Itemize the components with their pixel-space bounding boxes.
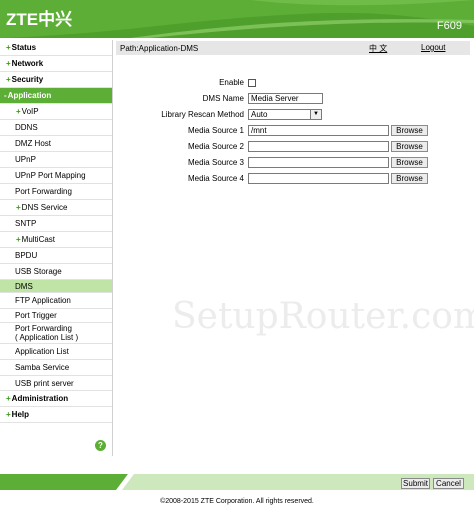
- media-source-3-input[interactable]: [248, 157, 389, 168]
- sidebar-item-label: Security: [11, 75, 44, 84]
- help-question-icon[interactable]: ?: [95, 440, 106, 451]
- enable-checkbox[interactable]: [248, 79, 256, 87]
- expand-plus-icon: +: [6, 59, 11, 68]
- sidebar-item-network[interactable]: + Network: [0, 56, 112, 72]
- sidebar-item-label: Help: [11, 410, 30, 419]
- sidebar-item-upnp[interactable]: UPnP: [0, 152, 112, 168]
- zte-logo: ZTE中兴: [6, 10, 73, 29]
- sidebar-item-label: DNS Service: [21, 203, 68, 212]
- sidebar-item-label: Status: [11, 43, 37, 52]
- expand-plus-icon: +: [6, 410, 11, 419]
- sidebar-item-samba-service[interactable]: Samba Service: [0, 360, 112, 376]
- expand-plus-icon: +: [6, 394, 11, 403]
- sidebar-item-help[interactable]: + Help: [0, 407, 112, 423]
- path-bar: Path:Application-DMS 中 文 Logout: [116, 41, 470, 55]
- sidebar-item-label: Port Forwarding: [15, 324, 72, 333]
- submit-button[interactable]: Submit: [401, 478, 430, 489]
- sidebar: + Status + Network + Security - Application …: [0, 40, 113, 456]
- expand-plus-icon: +: [16, 235, 21, 244]
- sidebar-item-port-trigger[interactable]: Port Trigger: [0, 309, 112, 323]
- media-source-1-input[interactable]: /mnt: [248, 125, 389, 136]
- sidebar-item-label: FTP Application: [15, 296, 71, 305]
- sidebar-item-application[interactable]: - Application: [0, 88, 112, 104]
- sidebar-item-label: USB print server: [15, 378, 74, 388]
- sidebar-item-application-list[interactable]: Application List: [0, 344, 112, 360]
- sidebar-item-usb-print-server[interactable]: USB print server: [0, 376, 112, 391]
- sidebar-item-label: Samba Service: [15, 363, 70, 372]
- cancel-button[interactable]: Cancel: [433, 478, 464, 489]
- browse-button-1[interactable]: Browse: [391, 125, 428, 136]
- dms-name-label: DMS Name: [202, 94, 244, 103]
- sidebar-item-label: Port Forwarding: [15, 187, 72, 196]
- enable-label: Enable: [219, 78, 244, 87]
- sidebar-item-dmz-host[interactable]: DMZ Host: [0, 136, 112, 152]
- expand-plus-icon: +: [16, 107, 21, 116]
- library-rescan-value: Auto: [251, 110, 268, 119]
- language-link[interactable]: 中 文: [369, 43, 387, 54]
- sidebar-item-label: DDNS: [15, 123, 38, 132]
- sidebar-item-label: UPnP: [15, 155, 36, 164]
- sidebar-item-administration[interactable]: + Administration: [0, 391, 112, 407]
- media-source-4-input[interactable]: [248, 173, 389, 184]
- library-rescan-select[interactable]: Auto ▼: [248, 109, 322, 120]
- collapse-minus-icon: -: [4, 91, 7, 100]
- sidebar-item-multicast[interactable]: + MultiCast: [0, 232, 112, 248]
- sidebar-item-label: Application List: [15, 347, 69, 356]
- sidebar-item-label: Application: [7, 91, 52, 100]
- model-name: F609: [436, 20, 462, 32]
- sidebar-item-ddns[interactable]: DDNS: [0, 120, 112, 136]
- sidebar-item-port-forwarding[interactable]: Port Forwarding: [0, 184, 112, 200]
- sidebar-item-label: Administration: [11, 394, 69, 403]
- watermark: SetupRouter.com: [172, 296, 474, 337]
- media-source-3-label: Media Source 3: [187, 158, 244, 167]
- sidebar-item-label: SNTP: [15, 219, 37, 228]
- sidebar-item-label: MultiCast: [21, 235, 56, 244]
- expand-plus-icon: +: [16, 203, 21, 212]
- expand-plus-icon: +: [6, 43, 11, 52]
- dms-name-input[interactable]: Media Server: [248, 93, 323, 104]
- sidebar-item-label: DMZ Host: [15, 139, 51, 148]
- sidebar-item-label: USB Storage: [15, 267, 62, 276]
- sidebar-item-label: BPDU: [15, 251, 38, 260]
- browse-button-2[interactable]: Browse: [391, 141, 428, 152]
- sidebar-item-label: Port Trigger: [15, 311, 57, 320]
- sidebar-item-ftp-application[interactable]: FTP Application: [0, 293, 112, 309]
- logout-link[interactable]: Logout: [421, 43, 445, 52]
- sidebar-item-bpdu[interactable]: BPDU: [0, 248, 112, 264]
- sidebar-item-port-forwarding-application-list[interactable]: Port Forwarding( Application List ): [0, 323, 112, 344]
- library-rescan-label: Library Rescan Method: [161, 110, 244, 119]
- sidebar-item-security[interactable]: + Security: [0, 72, 112, 88]
- sidebar-item-label: DMS: [15, 281, 33, 291]
- chevron-down-icon[interactable]: ▼: [310, 110, 321, 119]
- header-bar: ZTE中兴 F609: [0, 0, 474, 38]
- sidebar-item-label: UPnP Port Mapping: [15, 171, 86, 180]
- sidebar-item-dms[interactable]: DMS: [0, 280, 112, 293]
- media-source-1-label: Media Source 1: [187, 126, 244, 135]
- copyright-text: ©2008-2015 ZTE Corporation. All rights r…: [160, 498, 314, 505]
- media-source-2-label: Media Source 2: [187, 142, 244, 151]
- sidebar-item-status[interactable]: + Status: [0, 40, 112, 56]
- sidebar-item-sntp[interactable]: SNTP: [0, 216, 112, 232]
- sidebar-item-usb-storage[interactable]: USB Storage: [0, 264, 112, 280]
- sidebar-item-dns-service[interactable]: + DNS Service: [0, 200, 112, 216]
- breadcrumb: Path:Application-DMS: [120, 44, 199, 53]
- expand-plus-icon: +: [6, 75, 11, 84]
- media-source-4-label: Media Source 4: [187, 174, 244, 183]
- browse-button-3[interactable]: Browse: [391, 157, 428, 168]
- sidebar-item-label-line2: ( Application List ): [15, 333, 79, 342]
- media-source-2-input[interactable]: [248, 141, 389, 152]
- browse-button-4[interactable]: Browse: [391, 173, 428, 184]
- sidebar-item-upnp-port-mapping[interactable]: UPnP Port Mapping: [0, 168, 112, 184]
- sidebar-item-label: Network: [11, 59, 44, 68]
- sidebar-item-label: VoIP: [21, 107, 39, 116]
- sidebar-item-voip[interactable]: + VoIP: [0, 104, 112, 120]
